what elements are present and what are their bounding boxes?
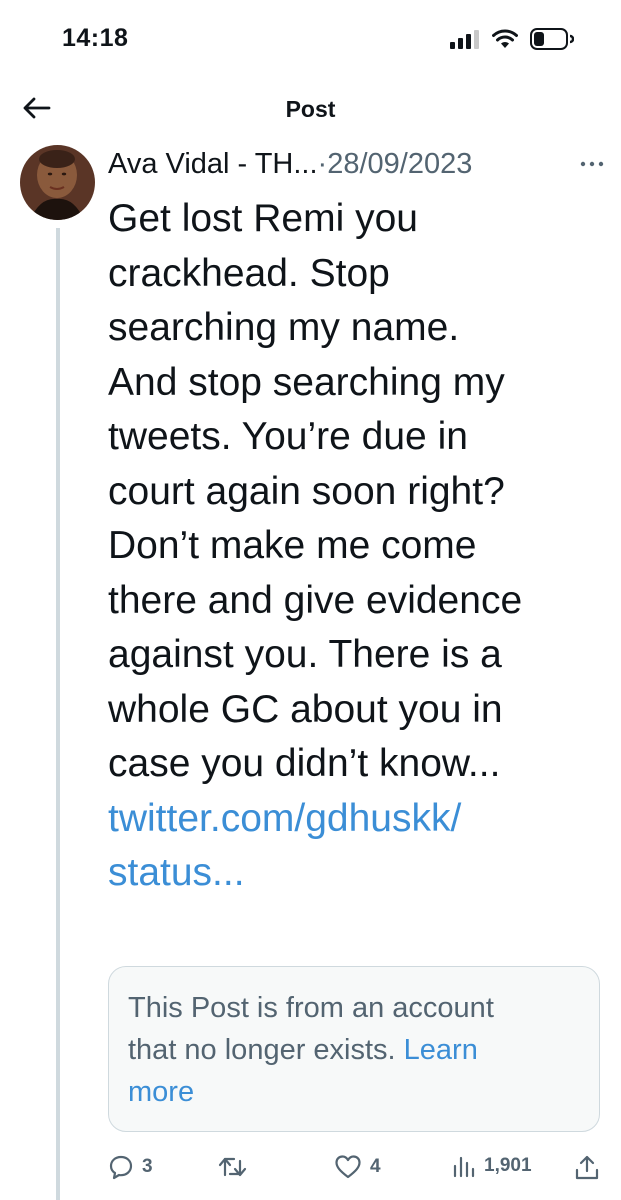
post-text-line: searching my name. bbox=[108, 306, 460, 349]
analytics-icon bbox=[452, 1154, 476, 1178]
post-text: Get lost Remi you crackhead. Stop search… bbox=[108, 192, 613, 901]
reply-count: 3 bbox=[142, 1156, 153, 1177]
repost-icon bbox=[218, 1154, 248, 1180]
more-options-button[interactable] bbox=[574, 150, 610, 178]
notice-line: that no longer exists. Learn bbox=[128, 1029, 588, 1071]
post-link[interactable]: twitter.com/gdhuskk/ bbox=[108, 792, 613, 847]
learn-more-link[interactable]: more bbox=[128, 1071, 588, 1113]
notice-line: This Post is from an account bbox=[128, 992, 494, 1024]
notice-text: This Post is from an account that no lon… bbox=[128, 987, 588, 1113]
battery-icon bbox=[530, 28, 575, 55]
meta-separator: · bbox=[317, 148, 328, 180]
post-text-line: there and give evidence bbox=[108, 578, 523, 622]
post-date[interactable]: 28/09/2023 bbox=[327, 148, 472, 180]
reply-button[interactable]: 3 bbox=[108, 1154, 153, 1180]
post-text-line: crackhead. Stop bbox=[108, 251, 390, 295]
share-icon bbox=[574, 1154, 600, 1182]
share-button[interactable] bbox=[574, 1154, 600, 1182]
wifi-icon bbox=[492, 29, 518, 54]
post-link[interactable]: status... bbox=[108, 846, 613, 901]
post-text-line: whole GC about you in bbox=[108, 687, 503, 731]
unavailable-quote-notice: This Post is from an account that no lon… bbox=[108, 966, 600, 1132]
avatar[interactable] bbox=[20, 145, 95, 220]
post-text-line: Get lost Remi you bbox=[108, 197, 418, 240]
action-bar: 3 4 1,901 bbox=[0, 1150, 621, 1190]
post-meta: Ava Vidal - TH...·28/09/2023 bbox=[108, 146, 472, 182]
post-text-line: Don’t make me come bbox=[108, 524, 477, 567]
repost-button[interactable] bbox=[218, 1154, 256, 1180]
post-text-line: against you. There is a bbox=[108, 633, 502, 676]
notice-text-segment: that no longer exists. bbox=[128, 1034, 396, 1066]
cellular-signal-icon bbox=[450, 29, 480, 54]
status-icons bbox=[450, 28, 575, 55]
post-text-line: case you didn’t know... bbox=[108, 742, 501, 785]
heart-icon bbox=[334, 1154, 362, 1180]
like-count: 4 bbox=[370, 1156, 381, 1177]
post-text-line: court again soon right? bbox=[108, 469, 505, 513]
learn-more-link[interactable]: Learn bbox=[404, 1034, 478, 1066]
top-nav-bar: Post bbox=[0, 84, 621, 134]
views-button[interactable]: 1,901 bbox=[452, 1154, 532, 1178]
author-name[interactable]: Ava Vidal - TH... bbox=[108, 148, 318, 180]
views-count: 1,901 bbox=[484, 1155, 532, 1176]
post-text-line: tweets. You’re due in bbox=[108, 415, 468, 458]
reply-icon bbox=[108, 1154, 134, 1180]
status-time: 14:18 bbox=[62, 24, 129, 52]
status-bar: 14:18 bbox=[0, 0, 621, 80]
page-title: Post bbox=[285, 96, 336, 122]
like-button[interactable]: 4 bbox=[334, 1154, 381, 1180]
post-text-line: And stop searching my bbox=[108, 360, 505, 404]
more-horizontal-icon bbox=[580, 155, 604, 173]
thread-line bbox=[56, 228, 60, 1200]
